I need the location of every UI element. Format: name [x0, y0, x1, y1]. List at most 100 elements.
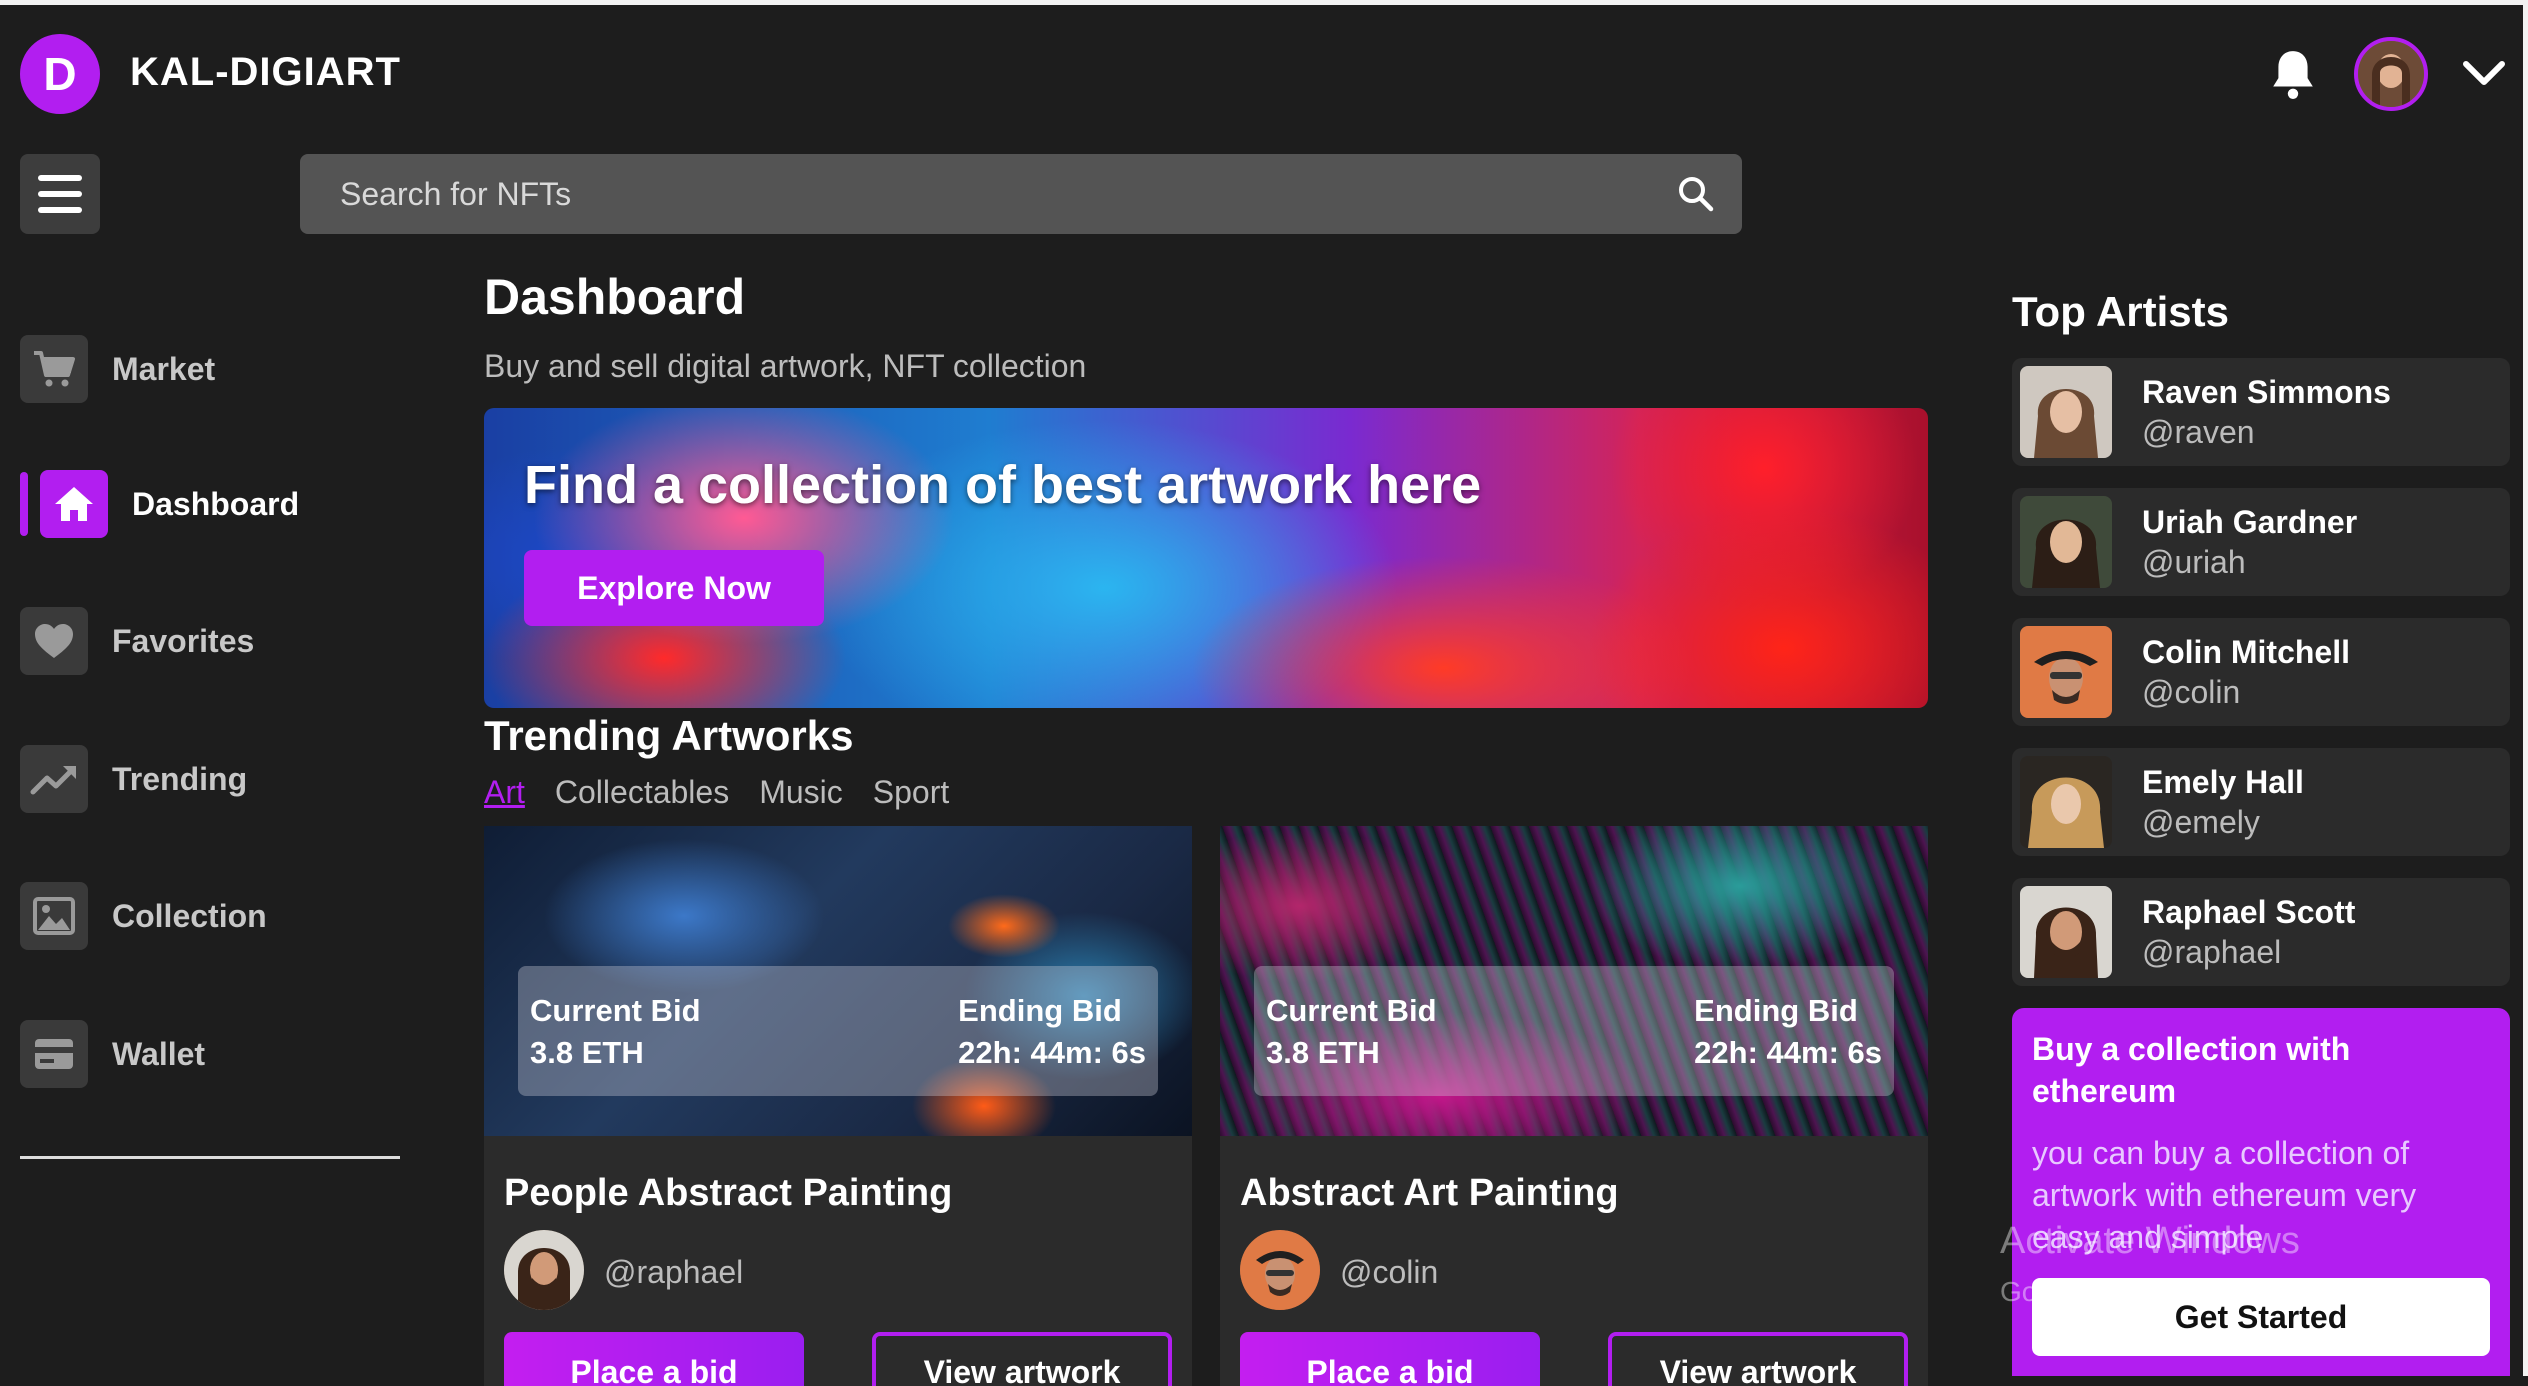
artwork-card: Current Bid 3.8 ETH Ending Bid 22h: 44m:… [1220, 826, 1928, 1386]
user-avatar[interactable] [2354, 37, 2428, 111]
avatar[interactable] [504, 1230, 584, 1310]
image-icon [20, 882, 88, 950]
activate-windows-subtext: Go to Settings to activate Windows. [2000, 1276, 2442, 1307]
home-icon [40, 470, 108, 538]
tab-collectables[interactable]: Collectables [555, 774, 729, 811]
artist-item[interactable]: Colin Mitchell @colin [2012, 618, 2510, 726]
menu-bar [38, 191, 82, 197]
bid-panel: Current Bid 3.8 ETH Ending Bid 22h: 44m:… [518, 966, 1158, 1096]
place-bid-button[interactable]: Place a bid [504, 1332, 804, 1386]
view-artwork-button[interactable]: View artwork [872, 1332, 1172, 1386]
artwork-image[interactable]: Current Bid 3.8 ETH Ending Bid 22h: 44m:… [484, 826, 1192, 1136]
place-bid-button[interactable]: Place a bid [1240, 1332, 1540, 1386]
current-bid-label: Current Bid [530, 993, 701, 1028]
avatar [2020, 626, 2112, 718]
avatar-photo [1240, 1230, 1320, 1310]
artwork-name: Abstract Art Painting [1240, 1172, 1619, 1214]
view-artwork-button[interactable]: View artwork [1608, 1332, 1908, 1386]
search-icon[interactable] [1676, 174, 1716, 214]
sidebar-item-wallet[interactable]: Wallet [20, 1019, 400, 1089]
sidebar-item-label: Market [112, 350, 216, 387]
artist-name: Uriah Gardner [2142, 504, 2358, 540]
ending-bid-label: Ending Bid [958, 993, 1122, 1028]
sidebar-divider [20, 1156, 400, 1159]
search-bar [300, 154, 1742, 234]
sidebar-item-label: Dashboard [132, 485, 300, 522]
artwork-image[interactable]: Current Bid 3.8 ETH Ending Bid 22h: 44m:… [1220, 826, 1928, 1136]
current-bid-value: 3.8 ETH [1266, 1035, 1380, 1070]
artwork-card: Current Bid 3.8 ETH Ending Bid 22h: 44m:… [484, 826, 1192, 1386]
ending-bid-value: 22h: 44m: 6s [958, 1035, 1146, 1070]
artist-name: Raphael Scott [2142, 894, 2356, 930]
page-title: Dashboard [484, 269, 746, 325]
artist-item[interactable]: Emely Hall @emely [2012, 748, 2510, 856]
sidebar-item-collection[interactable]: Collection [20, 881, 400, 951]
logo[interactable]: D [20, 34, 100, 114]
trend-icon [20, 745, 88, 813]
brand-name: KAL-DIGIART [130, 50, 401, 94]
avatar-photo [2358, 41, 2424, 107]
search-input[interactable] [300, 154, 1640, 234]
sidebar-item-trending[interactable]: Trending [20, 744, 400, 814]
avatar-photo [504, 1230, 584, 1310]
category-tabs: Art Collectables Music Sport [484, 774, 949, 811]
banner-heading: Find a collection of best artwork here [524, 455, 1482, 515]
current-bid-label: Current Bid [1266, 993, 1437, 1028]
artist-photo [2020, 496, 2112, 588]
logo-letter: D [43, 48, 77, 100]
active-indicator [20, 472, 28, 536]
sidebar-item-label: Favorites [112, 622, 255, 659]
sidebar-item-label: Collection [112, 897, 267, 934]
window-right-edge [2523, 0, 2528, 1376]
sidebar-item-label: Wallet [112, 1035, 206, 1072]
ending-bid-value: 22h: 44m: 6s [1694, 1035, 1882, 1070]
promo-title: Buy a collection with ethereum [2032, 1031, 2351, 1109]
artist-handle: @raven [2142, 414, 2255, 450]
artist-handle[interactable]: @colin [1340, 1254, 1438, 1291]
ending-bid: Ending Bid 22h: 44m: 6s [1694, 990, 1882, 1074]
artist-photo [2020, 626, 2112, 718]
artist-item[interactable]: Raphael Scott @raphael [2012, 878, 2510, 986]
current-bid: Current Bid 3.8 ETH [530, 990, 701, 1074]
artist-name: Colin Mitchell [2142, 634, 2350, 670]
explore-now-button[interactable]: Explore Now [524, 550, 824, 626]
artwork-name: People Abstract Painting [504, 1172, 953, 1214]
ending-bid: Ending Bid 22h: 44m: 6s [958, 990, 1146, 1074]
sidebar-item-market[interactable]: Market [20, 334, 400, 404]
sidebar-item-dashboard[interactable]: Dashboard [40, 469, 420, 539]
tab-music[interactable]: Music [759, 774, 843, 811]
artist-photo [2020, 756, 2112, 848]
avatar[interactable] [1240, 1230, 1320, 1310]
artist-name: Raven Simmons [2142, 374, 2391, 410]
avatar [2020, 496, 2112, 588]
menu-bar [38, 175, 82, 181]
tab-sport[interactable]: Sport [873, 774, 949, 811]
artist-photo [2020, 366, 2112, 458]
artist-item[interactable]: Uriah Gardner @uriah [2012, 488, 2510, 596]
bid-panel: Current Bid 3.8 ETH Ending Bid 22h: 44m:… [1254, 966, 1894, 1096]
artist-photo [2020, 886, 2112, 978]
artist-item[interactable]: Raven Simmons @raven [2012, 358, 2510, 466]
avatar [2020, 756, 2112, 848]
avatar [2020, 886, 2112, 978]
artist-handle[interactable]: @raphael [604, 1254, 743, 1291]
promo-card: Buy a collection with ethereum you can b… [2012, 1008, 2510, 1376]
bell-icon[interactable] [2268, 46, 2318, 102]
menu-bar [38, 207, 82, 213]
activate-windows-watermark: Activate Windows [2000, 1220, 2300, 1262]
menu-button[interactable] [20, 154, 100, 234]
ending-bid-label: Ending Bid [1694, 993, 1858, 1028]
window-top-edge [0, 0, 2528, 5]
avatar [2020, 366, 2112, 458]
artist-handle: @uriah [2142, 544, 2246, 580]
artist-name: Emely Hall [2142, 764, 2304, 800]
section-title: Trending Artworks [484, 712, 854, 759]
sidebar-item-favorites[interactable]: Favorites [20, 606, 400, 676]
artist-handle: @emely [2142, 804, 2260, 840]
page-subtitle: Buy and sell digital artwork, NFT collec… [484, 348, 1087, 384]
tab-art[interactable]: Art [484, 774, 525, 811]
heart-icon [20, 607, 88, 675]
cart-icon [20, 335, 88, 403]
chevron-down-icon[interactable] [2462, 58, 2506, 88]
top-artists-title: Top Artists [2012, 288, 2229, 335]
